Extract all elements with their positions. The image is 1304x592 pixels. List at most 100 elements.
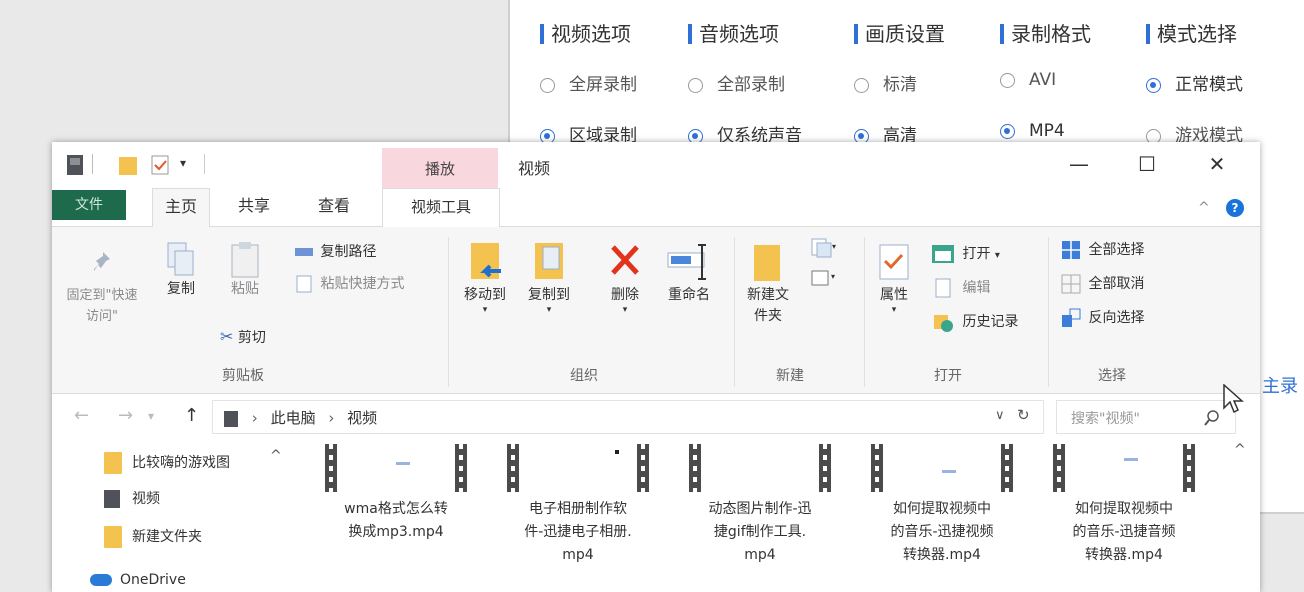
copy-icon (167, 242, 194, 276)
refresh-icon[interactable]: ↻ (1017, 406, 1030, 424)
video-library-icon (66, 154, 84, 180)
ribbon-home: 固定到"快速访问" 复制 粘贴 复制路径 粘贴快捷方式 ✂ 剪切 剪贴板 移动到… (52, 227, 1260, 394)
select-all-button[interactable]: 全部选择 (1060, 239, 1144, 261)
easy-access-button[interactable]: ▾ (808, 267, 838, 289)
radio-icon[interactable] (688, 78, 703, 93)
nav-item-new-folder[interactable]: 新建文件夹 (104, 526, 202, 548)
section-title: 视频选项 (540, 18, 631, 47)
close-button[interactable]: ✕ (1202, 152, 1232, 176)
select-all-icon (1062, 241, 1080, 259)
recorder-link[interactable]: 主录 (1262, 372, 1298, 398)
search-input[interactable]: 搜索"视频" (1056, 400, 1236, 434)
tab-video-tools[interactable]: 视频工具 (382, 188, 500, 227)
rename-button[interactable]: 重命名 (658, 241, 720, 306)
section-title: 音频选项 (688, 18, 779, 47)
select-none-button[interactable]: 全部取消 (1060, 273, 1144, 295)
open-button[interactable]: 打开 ▾ (930, 243, 1000, 265)
file-name: 如何提取视频中 的音乐-迅捷音频 转换器.mp4 (1072, 501, 1176, 563)
easy-access-icon: ▾ (811, 270, 835, 286)
radio-icon[interactable] (1000, 73, 1015, 88)
recent-locations-chevron-icon[interactable]: ▾ (148, 409, 154, 423)
file-item[interactable]: wma格式怎么转 换成mp3.mp4 (316, 438, 476, 544)
group-new-label: 新建 (776, 368, 804, 384)
video-thumbnail-icon (1053, 444, 1195, 492)
copy-button[interactable]: 复制 (156, 241, 206, 300)
edit-button[interactable]: 编辑 (930, 277, 990, 299)
window-title: 视频 (518, 159, 551, 178)
folder-icon (104, 526, 122, 548)
file-name: 如何提取视频中 的音乐-迅捷视频 转换器.mp4 (890, 501, 994, 563)
properties-icon[interactable] (150, 154, 170, 180)
section-title: 录制格式 (1000, 18, 1091, 47)
play-context-tab[interactable]: 播放 (382, 148, 498, 188)
radio-standard-quality[interactable]: 标清 (854, 70, 917, 95)
file-item[interactable]: 电子相册制作软 件-迅捷电子相册. mp4 (498, 438, 658, 567)
paste-button[interactable]: 粘贴 (220, 241, 270, 300)
group-separator (734, 237, 735, 387)
maximize-button[interactable]: ☐ (1132, 152, 1162, 176)
file-item[interactable]: 动态图片制作-迅 捷gif制作工具. mp4 (680, 438, 840, 567)
paste-shortcut-button[interactable]: 粘贴快捷方式 (294, 273, 404, 293)
up-arrow-icon[interactable]: ↑ (184, 405, 199, 426)
navigation-pane: 比较嗨的游戏图 视频 新建文件夹 OneDrive (52, 442, 290, 592)
tab-home[interactable]: 主页 (152, 188, 210, 227)
group-open-label: 打开 (934, 368, 962, 384)
video-thumbnail-icon (507, 444, 649, 492)
address-dropdown-chevron-icon[interactable]: ∨ (995, 408, 1005, 423)
help-icon[interactable]: ? (1226, 199, 1244, 217)
tab-share[interactable]: 共享 (224, 188, 284, 226)
file-name: 电子相册制作软 件-迅捷电子相册. mp4 (524, 501, 632, 563)
invert-selection-button[interactable]: 反向选择 (1060, 307, 1144, 329)
move-to-icon (471, 243, 501, 279)
radio-normal-mode[interactable]: 正常模式 (1146, 70, 1243, 95)
tab-view[interactable]: 查看 (304, 188, 364, 226)
breadcrumb: › 此电脑 › 视频 (223, 407, 377, 428)
group-separator (864, 237, 865, 387)
delete-button[interactable]: 删除 ▾ (596, 241, 654, 315)
nav-scroll-up-icon[interactable]: ^ (270, 448, 282, 464)
new-item-button[interactable]: ▾ (808, 237, 838, 259)
cut-button[interactable]: ✂ 剪切 (220, 327, 266, 347)
nav-item-videos[interactable]: 视频 (104, 488, 160, 508)
move-to-button[interactable]: 移动到 ▾ (456, 241, 514, 315)
copy-path-button[interactable]: 复制路径 (294, 241, 376, 261)
radio-record-all-audio[interactable]: 全部录制 (688, 70, 785, 95)
copy-to-button[interactable]: 复制到 ▾ (520, 241, 578, 315)
customize-toolbar-chevron-icon[interactable]: ▾ (180, 156, 186, 170)
radio-format-mp4[interactable]: MP4 (1000, 121, 1065, 141)
forward-arrow-icon[interactable]: → (118, 405, 133, 426)
section-title: 模式选择 (1146, 18, 1237, 47)
file-grid-scroll-up-icon[interactable]: ^ (1234, 442, 1246, 458)
radio-fullscreen-record[interactable]: 全屏录制 (540, 70, 637, 95)
file-grid: wma格式怎么转 换成mp3.mp4 电子相册制作软 件-迅捷电子相册. mp4 动态… (292, 438, 1260, 592)
nav-item-game-folder[interactable]: 比较嗨的游戏图 (104, 452, 230, 474)
history-button[interactable]: 历史记录 (930, 311, 1018, 333)
group-separator (448, 237, 449, 387)
radio-checked-icon[interactable] (1000, 124, 1015, 139)
properties-button[interactable]: 属性 ▾ (868, 241, 920, 315)
breadcrumb-videos[interactable]: 视频 (347, 409, 377, 427)
radio-icon[interactable] (854, 78, 869, 93)
address-bar[interactable]: › 此电脑 › 视频 ∨ ↻ (212, 400, 1044, 434)
file-item[interactable]: 如何提取视频中 的音乐-迅捷音频 转换器.mp4 (1044, 438, 1204, 567)
new-folder-icon[interactable] (118, 154, 138, 180)
radio-checked-icon[interactable] (1146, 78, 1161, 93)
collapse-ribbon-icon[interactable]: ^ (1198, 200, 1210, 216)
new-folder-button[interactable]: 新建文件夹 (740, 241, 796, 327)
scissors-icon: ✂ (220, 327, 234, 346)
group-clipboard-label: 剪贴板 (222, 368, 264, 384)
address-row: ← → ▾ ↑ › 此电脑 › 视频 ∨ ↻ 搜索"视频" (52, 394, 1260, 438)
file-item[interactable]: 如何提取视频中 的音乐-迅捷视频 转换器.mp4 (862, 438, 1022, 567)
minimize-button[interactable]: — (1064, 152, 1094, 176)
back-arrow-icon[interactable]: ← (74, 405, 89, 426)
copy-to-icon (535, 243, 563, 279)
divider (204, 154, 205, 174)
folder-icon (104, 452, 122, 474)
nav-item-onedrive[interactable]: OneDrive (90, 572, 186, 588)
breadcrumb-this-pc[interactable]: 此电脑 (271, 409, 316, 427)
radio-format-avi[interactable]: AVI (1000, 70, 1056, 90)
tab-file[interactable]: 文件 (52, 190, 126, 220)
radio-icon[interactable] (540, 78, 555, 93)
group-organize-label: 组织 (570, 368, 598, 384)
pin-quick-access-button[interactable]: 固定到"快速访问" (62, 249, 144, 327)
